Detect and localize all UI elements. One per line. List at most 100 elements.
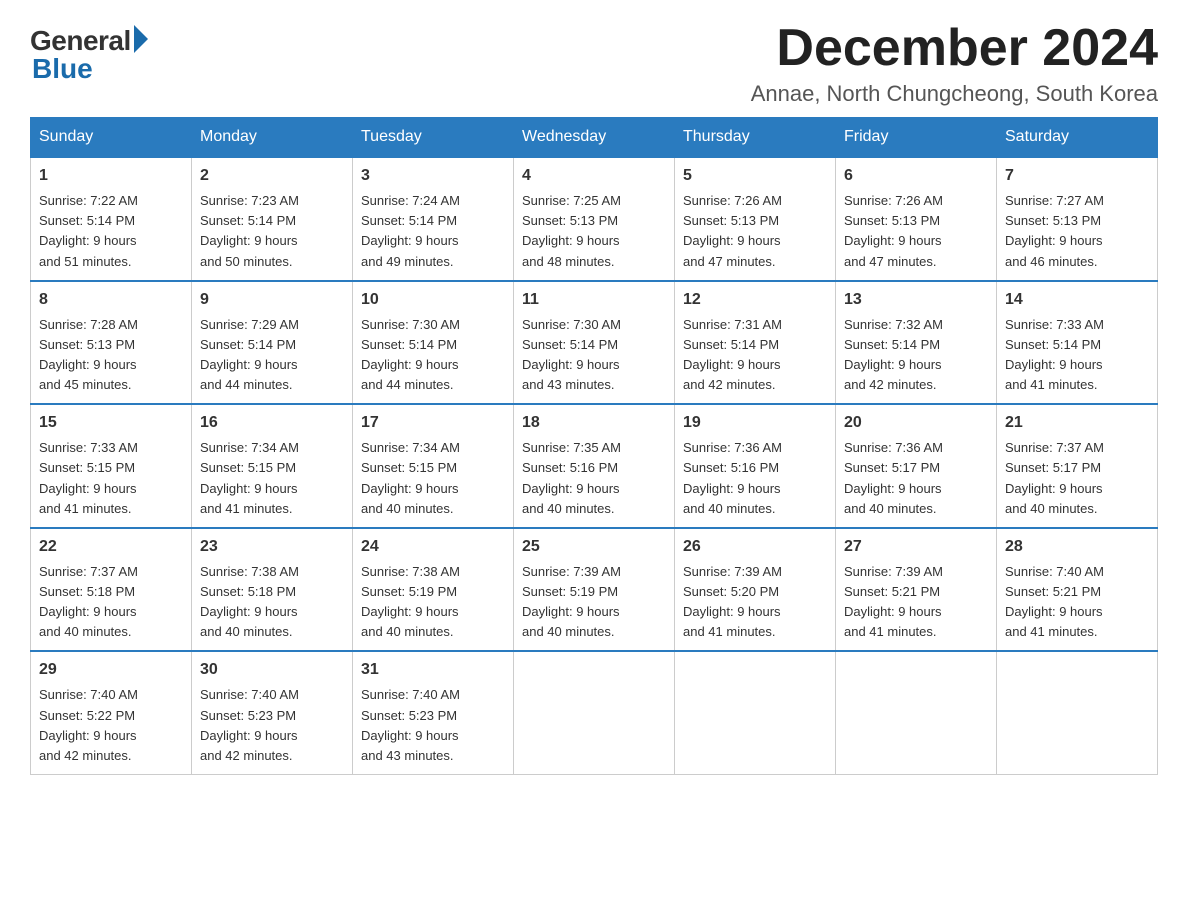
day-number: 11	[522, 288, 666, 312]
day-number: 14	[1005, 288, 1149, 312]
location-subtitle: Annae, North Chungcheong, South Korea	[751, 81, 1158, 107]
day-info: Sunrise: 7:33 AM Sunset: 5:14 PM Dayligh…	[1005, 315, 1149, 396]
day-number: 6	[844, 164, 988, 188]
day-number: 18	[522, 411, 666, 435]
calendar-day-cell: 18 Sunrise: 7:35 AM Sunset: 5:16 PM Dayli…	[514, 404, 675, 528]
calendar-week-row: 29Sunrise: 7:40 AM Sunset: 5:22 PM Dayli…	[31, 651, 1158, 774]
day-info: Sunrise: 7:33 AM Sunset: 5:15 PM Dayligh…	[39, 438, 183, 519]
day-info: Sunrise: 7:39 AM Sunset: 5:19 PM Dayligh…	[522, 562, 666, 643]
day-number: 22	[39, 535, 183, 559]
day-info: Sunrise: 7:39 AM Sunset: 5:20 PM Dayligh…	[683, 562, 827, 643]
day-number: 5	[683, 164, 827, 188]
calendar-header-row: SundayMondayTuesdayWednesdayThursdayFrid…	[31, 118, 1158, 158]
day-number: 8	[39, 288, 183, 312]
day-number: 3	[361, 164, 505, 188]
calendar-day-cell: 22 Sunrise: 7:37 AM Sunset: 5:18 PM Dayli…	[31, 528, 192, 652]
day-info: Sunrise: 7:23 AM Sunset: 5:14 PM Dayligh…	[200, 191, 344, 272]
day-info: Sunrise: 7:38 AM Sunset: 5:18 PM Dayligh…	[200, 562, 344, 643]
day-info: Sunrise: 7:39 AM Sunset: 5:21 PM Dayligh…	[844, 562, 988, 643]
calendar-day-cell: 27 Sunrise: 7:39 AM Sunset: 5:21 PM Dayli…	[836, 528, 997, 652]
calendar-day-cell: 15 Sunrise: 7:33 AM Sunset: 5:15 PM Dayli…	[31, 404, 192, 528]
day-info: Sunrise: 7:36 AM Sunset: 5:17 PM Dayligh…	[844, 438, 988, 519]
calendar-day-cell: 10Sunrise: 7:30 AM Sunset: 5:14 PM Dayli…	[353, 281, 514, 405]
day-info: Sunrise: 7:36 AM Sunset: 5:16 PM Dayligh…	[683, 438, 827, 519]
calendar-day-cell: 26 Sunrise: 7:39 AM Sunset: 5:20 PM Dayli…	[675, 528, 836, 652]
day-info: Sunrise: 7:28 AM Sunset: 5:13 PM Dayligh…	[39, 315, 183, 396]
day-info: Sunrise: 7:31 AM Sunset: 5:14 PM Dayligh…	[683, 315, 827, 396]
logo-arrow-icon	[134, 25, 148, 53]
calendar-day-cell: 4 Sunrise: 7:25 AM Sunset: 5:13 PM Daylig…	[514, 157, 675, 281]
calendar-day-cell: 31 Sunrise: 7:40 AM Sunset: 5:23 PM Dayli…	[353, 651, 514, 774]
day-number: 1	[39, 164, 183, 188]
day-info: Sunrise: 7:24 AM Sunset: 5:14 PM Dayligh…	[361, 191, 505, 272]
day-number: 31	[361, 658, 505, 682]
day-number: 29	[39, 658, 183, 682]
day-number: 13	[844, 288, 988, 312]
weekday-header-thursday: Thursday	[675, 118, 836, 158]
logo: General Blue	[30, 20, 148, 85]
day-number: 10	[361, 288, 505, 312]
calendar-day-cell: 29Sunrise: 7:40 AM Sunset: 5:22 PM Dayli…	[31, 651, 192, 774]
day-info: Sunrise: 7:35 AM Sunset: 5:16 PM Dayligh…	[522, 438, 666, 519]
day-number: 27	[844, 535, 988, 559]
day-info: Sunrise: 7:40 AM Sunset: 5:23 PM Dayligh…	[361, 685, 505, 766]
calendar-day-cell: 14 Sunrise: 7:33 AM Sunset: 5:14 PM Dayli…	[997, 281, 1158, 405]
day-info: Sunrise: 7:27 AM Sunset: 5:13 PM Dayligh…	[1005, 191, 1149, 272]
calendar-day-cell: 17 Sunrise: 7:34 AM Sunset: 5:15 PM Dayli…	[353, 404, 514, 528]
calendar-day-cell: 23Sunrise: 7:38 AM Sunset: 5:18 PM Dayli…	[192, 528, 353, 652]
calendar-day-cell: 11 Sunrise: 7:30 AM Sunset: 5:14 PM Dayli…	[514, 281, 675, 405]
day-info: Sunrise: 7:34 AM Sunset: 5:15 PM Dayligh…	[361, 438, 505, 519]
day-number: 12	[683, 288, 827, 312]
day-number: 25	[522, 535, 666, 559]
weekday-header-monday: Monday	[192, 118, 353, 158]
calendar-week-row: 8 Sunrise: 7:28 AM Sunset: 5:13 PM Daylig…	[31, 281, 1158, 405]
day-info: Sunrise: 7:40 AM Sunset: 5:23 PM Dayligh…	[200, 685, 344, 766]
calendar-empty-cell	[997, 651, 1158, 774]
calendar-week-row: 22 Sunrise: 7:37 AM Sunset: 5:18 PM Dayli…	[31, 528, 1158, 652]
logo-blue-text: Blue	[32, 53, 93, 85]
calendar-day-cell: 13 Sunrise: 7:32 AM Sunset: 5:14 PM Dayli…	[836, 281, 997, 405]
calendar-empty-cell	[836, 651, 997, 774]
day-info: Sunrise: 7:30 AM Sunset: 5:14 PM Dayligh…	[522, 315, 666, 396]
calendar-day-cell: 7 Sunrise: 7:27 AM Sunset: 5:13 PM Daylig…	[997, 157, 1158, 281]
page-header: General Blue December 2024 Annae, North …	[30, 20, 1158, 107]
calendar-week-row: 1 Sunrise: 7:22 AM Sunset: 5:14 PM Daylig…	[31, 157, 1158, 281]
day-number: 19	[683, 411, 827, 435]
calendar-day-cell: 16 Sunrise: 7:34 AM Sunset: 5:15 PM Dayli…	[192, 404, 353, 528]
calendar-day-cell: 2 Sunrise: 7:23 AM Sunset: 5:14 PM Daylig…	[192, 157, 353, 281]
weekday-header-wednesday: Wednesday	[514, 118, 675, 158]
day-number: 21	[1005, 411, 1149, 435]
weekday-header-friday: Friday	[836, 118, 997, 158]
day-number: 4	[522, 164, 666, 188]
weekday-header-sunday: Sunday	[31, 118, 192, 158]
month-title: December 2024	[751, 20, 1158, 77]
day-number: 26	[683, 535, 827, 559]
calendar-day-cell: 3 Sunrise: 7:24 AM Sunset: 5:14 PM Daylig…	[353, 157, 514, 281]
day-info: Sunrise: 7:22 AM Sunset: 5:14 PM Dayligh…	[39, 191, 183, 272]
calendar-day-cell: 24Sunrise: 7:38 AM Sunset: 5:19 PM Dayli…	[353, 528, 514, 652]
calendar-day-cell: 8 Sunrise: 7:28 AM Sunset: 5:13 PM Daylig…	[31, 281, 192, 405]
day-number: 20	[844, 411, 988, 435]
day-number: 17	[361, 411, 505, 435]
calendar-day-cell: 6Sunrise: 7:26 AM Sunset: 5:13 PM Daylig…	[836, 157, 997, 281]
day-info: Sunrise: 7:34 AM Sunset: 5:15 PM Dayligh…	[200, 438, 344, 519]
calendar-table: SundayMondayTuesdayWednesdayThursdayFrid…	[30, 117, 1158, 775]
calendar-day-cell: 19 Sunrise: 7:36 AM Sunset: 5:16 PM Dayli…	[675, 404, 836, 528]
day-info: Sunrise: 7:37 AM Sunset: 5:18 PM Dayligh…	[39, 562, 183, 643]
calendar-day-cell: 28Sunrise: 7:40 AM Sunset: 5:21 PM Dayli…	[997, 528, 1158, 652]
day-info: Sunrise: 7:26 AM Sunset: 5:13 PM Dayligh…	[683, 191, 827, 272]
day-number: 7	[1005, 164, 1149, 188]
calendar-day-cell: 30Sunrise: 7:40 AM Sunset: 5:23 PM Dayli…	[192, 651, 353, 774]
day-number: 24	[361, 535, 505, 559]
calendar-day-cell: 25 Sunrise: 7:39 AM Sunset: 5:19 PM Dayli…	[514, 528, 675, 652]
day-number: 16	[200, 411, 344, 435]
calendar-day-cell: 21Sunrise: 7:37 AM Sunset: 5:17 PM Dayli…	[997, 404, 1158, 528]
day-number: 15	[39, 411, 183, 435]
calendar-empty-cell	[675, 651, 836, 774]
calendar-day-cell: 12 Sunrise: 7:31 AM Sunset: 5:14 PM Dayli…	[675, 281, 836, 405]
day-info: Sunrise: 7:25 AM Sunset: 5:13 PM Dayligh…	[522, 191, 666, 272]
calendar-day-cell: 9Sunrise: 7:29 AM Sunset: 5:14 PM Daylig…	[192, 281, 353, 405]
calendar-day-cell: 20 Sunrise: 7:36 AM Sunset: 5:17 PM Dayli…	[836, 404, 997, 528]
day-number: 2	[200, 164, 344, 188]
day-info: Sunrise: 7:32 AM Sunset: 5:14 PM Dayligh…	[844, 315, 988, 396]
